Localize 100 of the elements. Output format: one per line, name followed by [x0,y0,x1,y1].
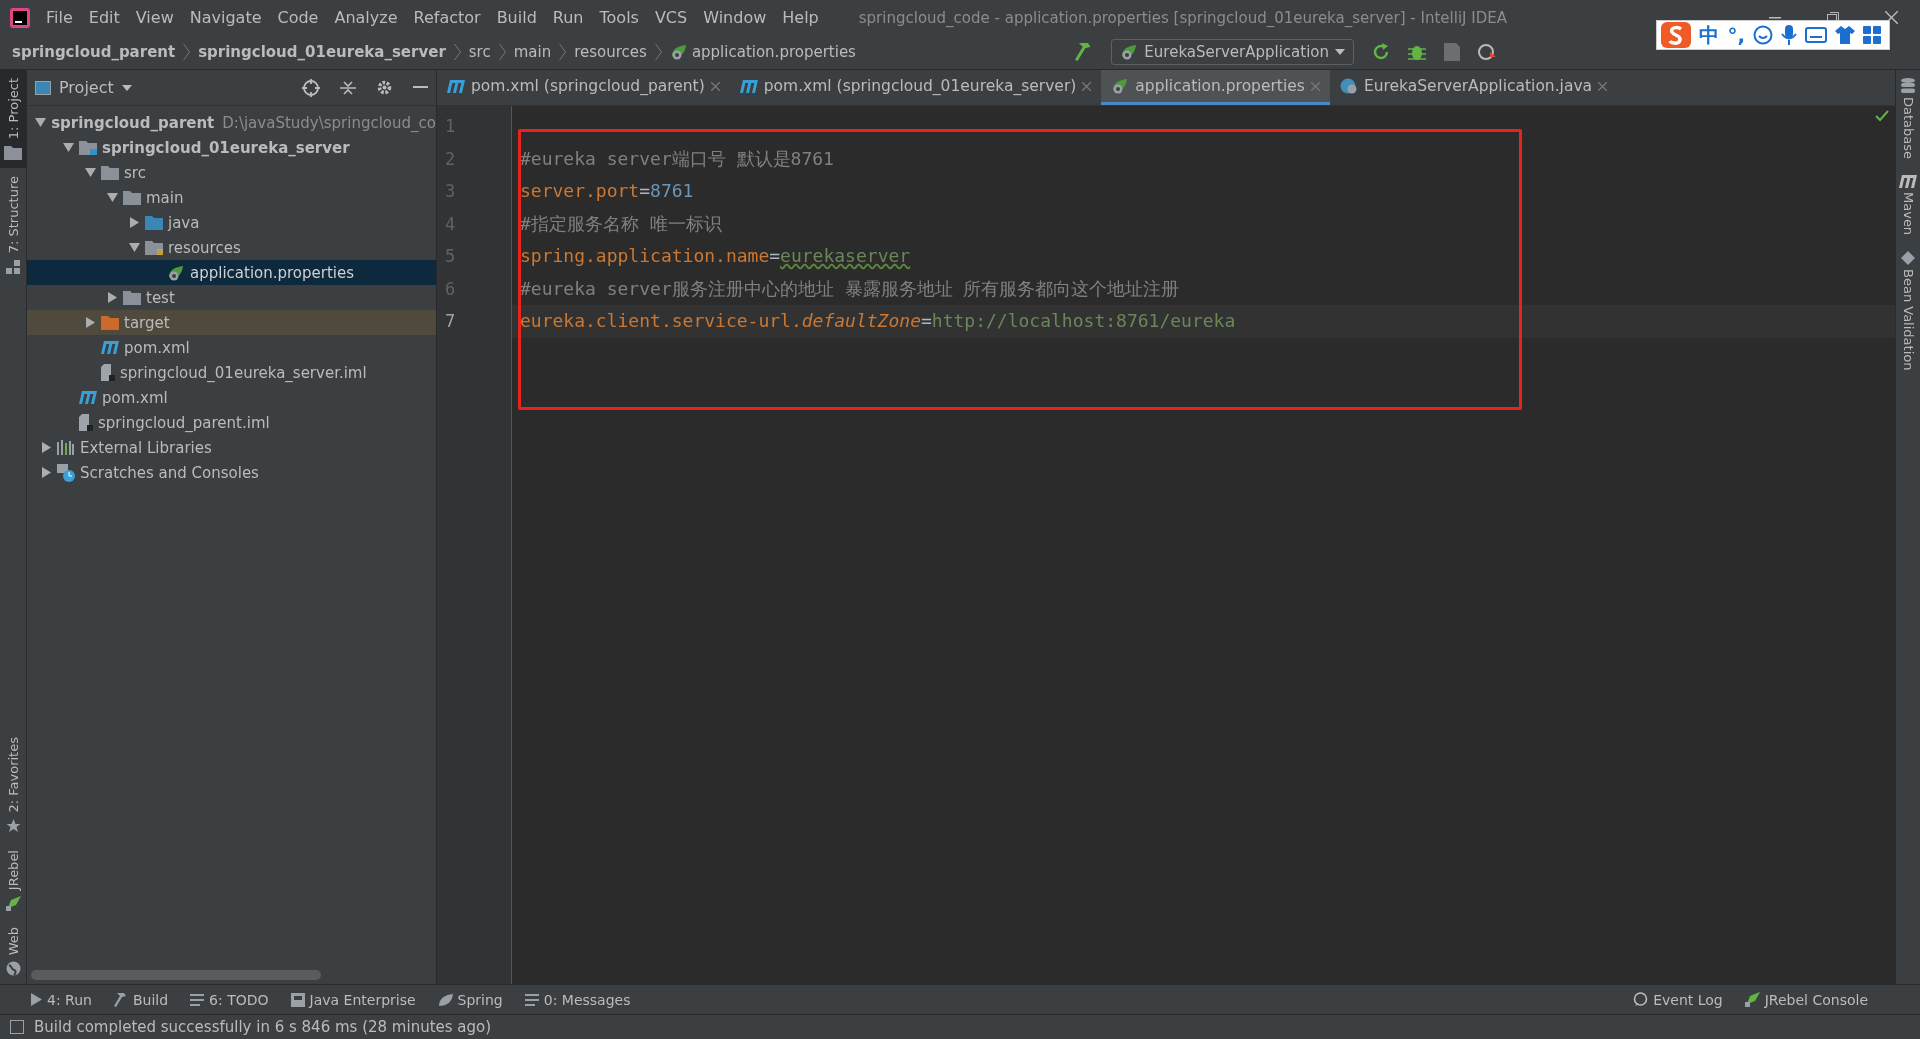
grid-icon [1863,26,1881,44]
tool-window-button[interactable]: 6: TODO [190,991,269,1008]
breadcrumb[interactable]: springcloud_parent [12,43,176,61]
tool-window-button[interactable]: Spring [437,991,503,1008]
tool-window-button[interactable]: Event Log [1633,991,1723,1008]
editor-tab[interactable]: application.properties [1101,70,1330,105]
code-line: #指定服务名称 唯一标识 [519,211,723,236]
tree-item[interactable]: springcloud_parent.iml [27,410,436,435]
panel-title[interactable]: Project [59,78,114,97]
shirt-icon [1835,26,1855,44]
collapse-all-icon[interactable] [340,79,356,96]
tool-window-tab[interactable]: JRebel [0,841,26,919]
editor-tab[interactable]: pom.xml (springcloud_parent) [437,70,730,105]
maven-icon [739,79,758,93]
tree-item[interactable]: Scratches and Consoles [27,460,436,485]
expanded-arrow-icon [84,167,96,178]
breadcrumb[interactable]: src [468,43,491,61]
menu-item[interactable]: Help [774,8,827,27]
folder-icon [145,215,163,230]
locate-icon[interactable] [302,78,320,97]
tool-window-tab[interactable]: 1: Project [0,70,26,169]
menu-item[interactable]: Window [695,8,775,27]
chevron-icon [559,44,567,60]
tool-window-button[interactable]: Java Enterprise [290,991,416,1008]
menu-item[interactable]: VCS [646,8,696,27]
maven-icon [101,341,119,354]
hide-icon[interactable] [413,86,428,89]
tree-item[interactable]: main [27,185,436,210]
tree-item[interactable]: springcloud_01eureka_server.iml [27,360,436,385]
collapsed-arrow-icon [40,467,52,478]
module-folder-icon [79,140,97,155]
menu-item[interactable]: Edit [80,8,128,27]
folder-icon [145,240,163,255]
file-icon [101,364,115,381]
input-mode[interactable]: 中 [1699,21,1720,49]
folder-icon [4,145,22,161]
expanded-arrow-icon [128,242,140,253]
tree-item[interactable]: test [27,285,436,310]
maven-icon [79,391,97,404]
tree-item[interactable]: External Libraries [27,435,436,460]
code-line: #eureka server服务注册中心的地址 暴露服务地址 所有服务都向这个地址注册 [519,276,1181,301]
tool-window-tab[interactable]: Maven [1899,175,1917,236]
tree-item[interactable]: java [27,210,436,235]
menu-item[interactable]: View [127,8,182,27]
tree-item[interactable]: resources [27,235,436,260]
menu-item[interactable]: Refactor [405,8,489,27]
menu-item[interactable]: File [38,8,81,27]
leaf-gear-icon [1120,44,1139,60]
tree-item[interactable]: springcloud_parent D:\javaStudy\springcloud_co [27,110,436,135]
breadcrumb[interactable]: application.properties [669,43,856,61]
rocket-icon [5,895,21,911]
chevron-icon [498,44,506,60]
tree-item[interactable]: src [27,160,436,185]
menu-item[interactable]: Code [269,8,327,27]
run-configuration-dropdown[interactable]: EurekaServerApplication [1111,39,1354,65]
tool-window-button[interactable]: 4: Run [30,991,92,1008]
breadcrumb[interactable]: resources [574,43,647,61]
minimize-icon[interactable] [1769,16,1781,19]
chevron-icon [453,44,461,60]
database-icon [1901,78,1915,93]
line-number: 7 [444,310,457,333]
bug-icon[interactable] [1408,43,1426,61]
tool-window-button[interactable]: 0: Messages [524,991,631,1008]
tree-item[interactable]: pom.xml [27,385,436,410]
libraries-icon [57,440,75,455]
breadcrumb[interactable]: main [513,43,552,61]
tree-item[interactable]: springcloud_01eureka_server [27,135,436,160]
caret-icon [1335,49,1345,55]
editor-tab[interactable]: pom.xml (springcloud_01eureka_server) [729,70,1102,105]
settings-icon[interactable] [376,79,393,96]
window-icon [10,1020,24,1034]
keyboard-icon [1805,27,1827,43]
menu-item[interactable]: Tools [591,8,647,27]
code-line: spring.application.name=eurekaserver [519,244,912,268]
tree-item[interactable]: application.properties [27,260,436,285]
rerun-icon[interactable] [1372,43,1390,61]
tool-window-tab[interactable]: Bean Validation [1900,251,1916,371]
check-icon [1875,110,1889,122]
tool-window-tab[interactable]: Database [1900,78,1916,160]
tree-item[interactable]: pom.xml [27,335,436,360]
menu-item[interactable]: Analyze [326,8,406,27]
tool-window-tab[interactable]: 2: Favorites [0,729,26,842]
expanded-arrow-icon [62,142,74,153]
collapsed-arrow-icon [84,317,96,328]
breadcrumb[interactable]: springcloud_01eureka_server [198,43,446,61]
menu-item[interactable]: Build [488,8,545,27]
tool-window-button[interactable]: JRebel Console [1744,991,1868,1008]
editor-tab[interactable]: EurekaServerApplication.java [1329,70,1618,105]
tool-window-tab[interactable]: 7: Structure [0,168,26,282]
menu-item[interactable]: Run [544,8,592,27]
tree-item[interactable]: target [27,310,436,335]
folder-icon [101,165,119,180]
tool-window-tab[interactable]: Web [0,918,26,984]
leaf-gear-icon [1111,78,1130,94]
play-icon [30,993,42,1006]
punctuation-mode[interactable]: °, [1727,23,1745,47]
menu-item[interactable]: Navigate [181,8,270,27]
tool-window-button[interactable]: Build [113,991,169,1008]
scrollbar[interactable] [31,970,321,980]
expanded-arrow-icon [35,117,46,128]
